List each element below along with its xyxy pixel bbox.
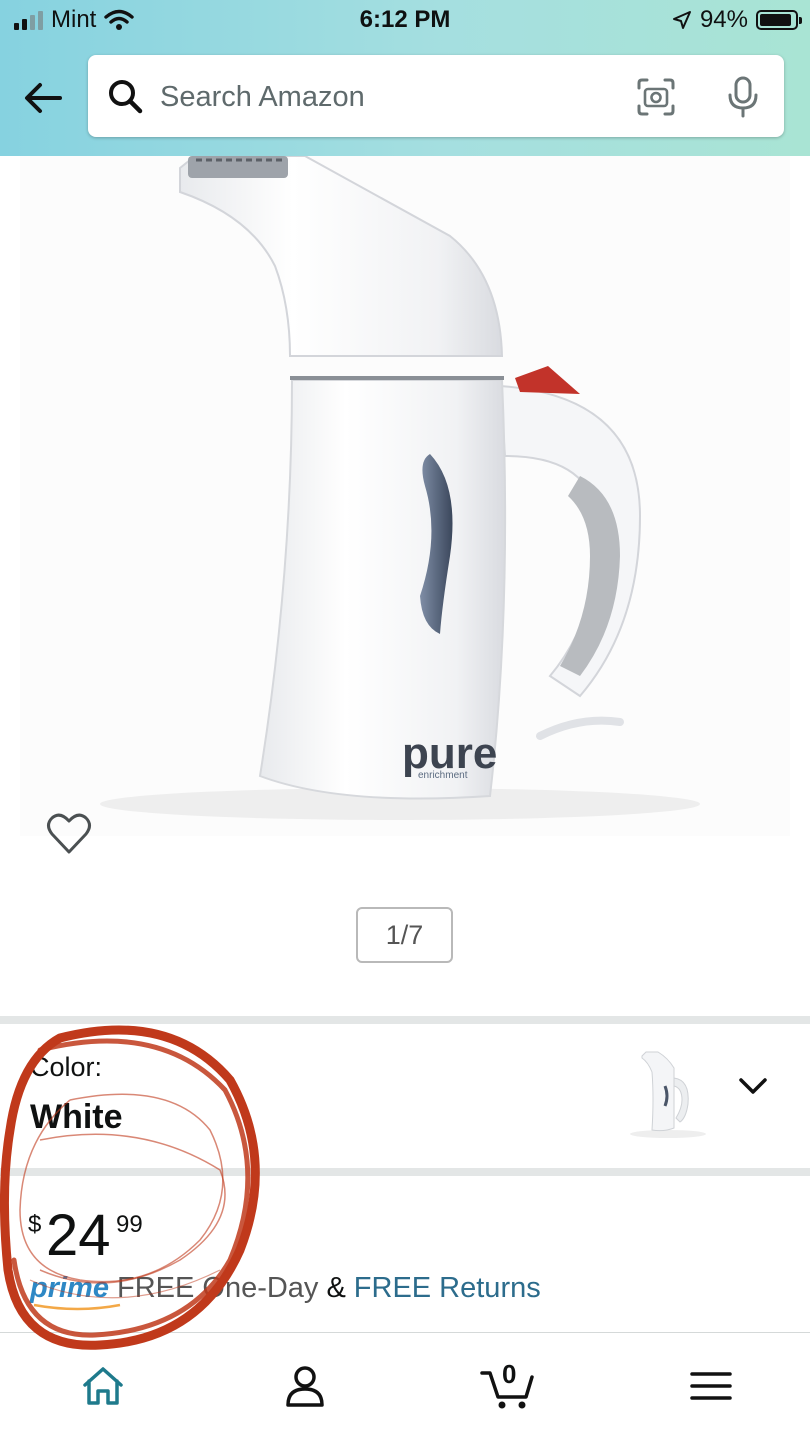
battery-icon <box>756 10 802 30</box>
search-icon <box>109 80 143 114</box>
price-symbol: $ <box>28 1211 42 1238</box>
price-fraction: 99 <box>116 1211 143 1238</box>
product-image[interactable]: pure enrichment <box>20 155 790 836</box>
home-icon[interactable] <box>78 1361 128 1411</box>
prime-logo: prime <box>30 1272 121 1311</box>
svg-text:enrichment: enrichment <box>418 770 468 781</box>
heart-icon[interactable] <box>46 812 92 856</box>
image-pager: 1/7 <box>356 907 453 963</box>
account-icon[interactable] <box>280 1361 330 1411</box>
back-arrow-icon[interactable] <box>20 78 68 118</box>
status-right: 94% <box>672 6 802 34</box>
divider <box>0 1016 810 1024</box>
bottom-tab-bar: 0 <box>0 1332 810 1441</box>
battery-percent: 94% <box>699 6 748 33</box>
app-header: Mint 6:12 PM 94% Search Amazon <box>0 0 810 156</box>
price-whole: 24 <box>46 1203 111 1268</box>
search-bar[interactable]: Search Amazon <box>88 55 784 137</box>
cart-button[interactable]: 0 <box>480 1359 540 1411</box>
menu-icon[interactable] <box>686 1361 736 1411</box>
color-selector[interactable]: Color: White <box>0 1024 810 1168</box>
search-input[interactable]: Search Amazon <box>160 81 365 114</box>
location-arrow-icon <box>672 11 691 29</box>
chevron-down-icon[interactable] <box>736 1074 770 1100</box>
free-one-day: FREE One-Day <box>116 1272 319 1304</box>
color-thumbnail[interactable] <box>624 1048 712 1140</box>
cart-count: 0 <box>502 1359 517 1389</box>
camera-scan-icon[interactable] <box>636 77 676 117</box>
ampersand: & <box>326 1272 346 1304</box>
divider <box>0 1168 810 1176</box>
color-label: Color: <box>30 1052 103 1082</box>
microphone-icon[interactable] <box>726 75 760 119</box>
color-value: White <box>30 1098 123 1136</box>
status-bar: Mint 6:12 PM 94% <box>0 0 810 44</box>
steamer-illustration: pure enrichment <box>100 155 700 820</box>
delivery-info: prime FREE One-Day & FREE Returns <box>30 1272 541 1311</box>
free-returns-link[interactable]: FREE Returns <box>354 1272 541 1305</box>
